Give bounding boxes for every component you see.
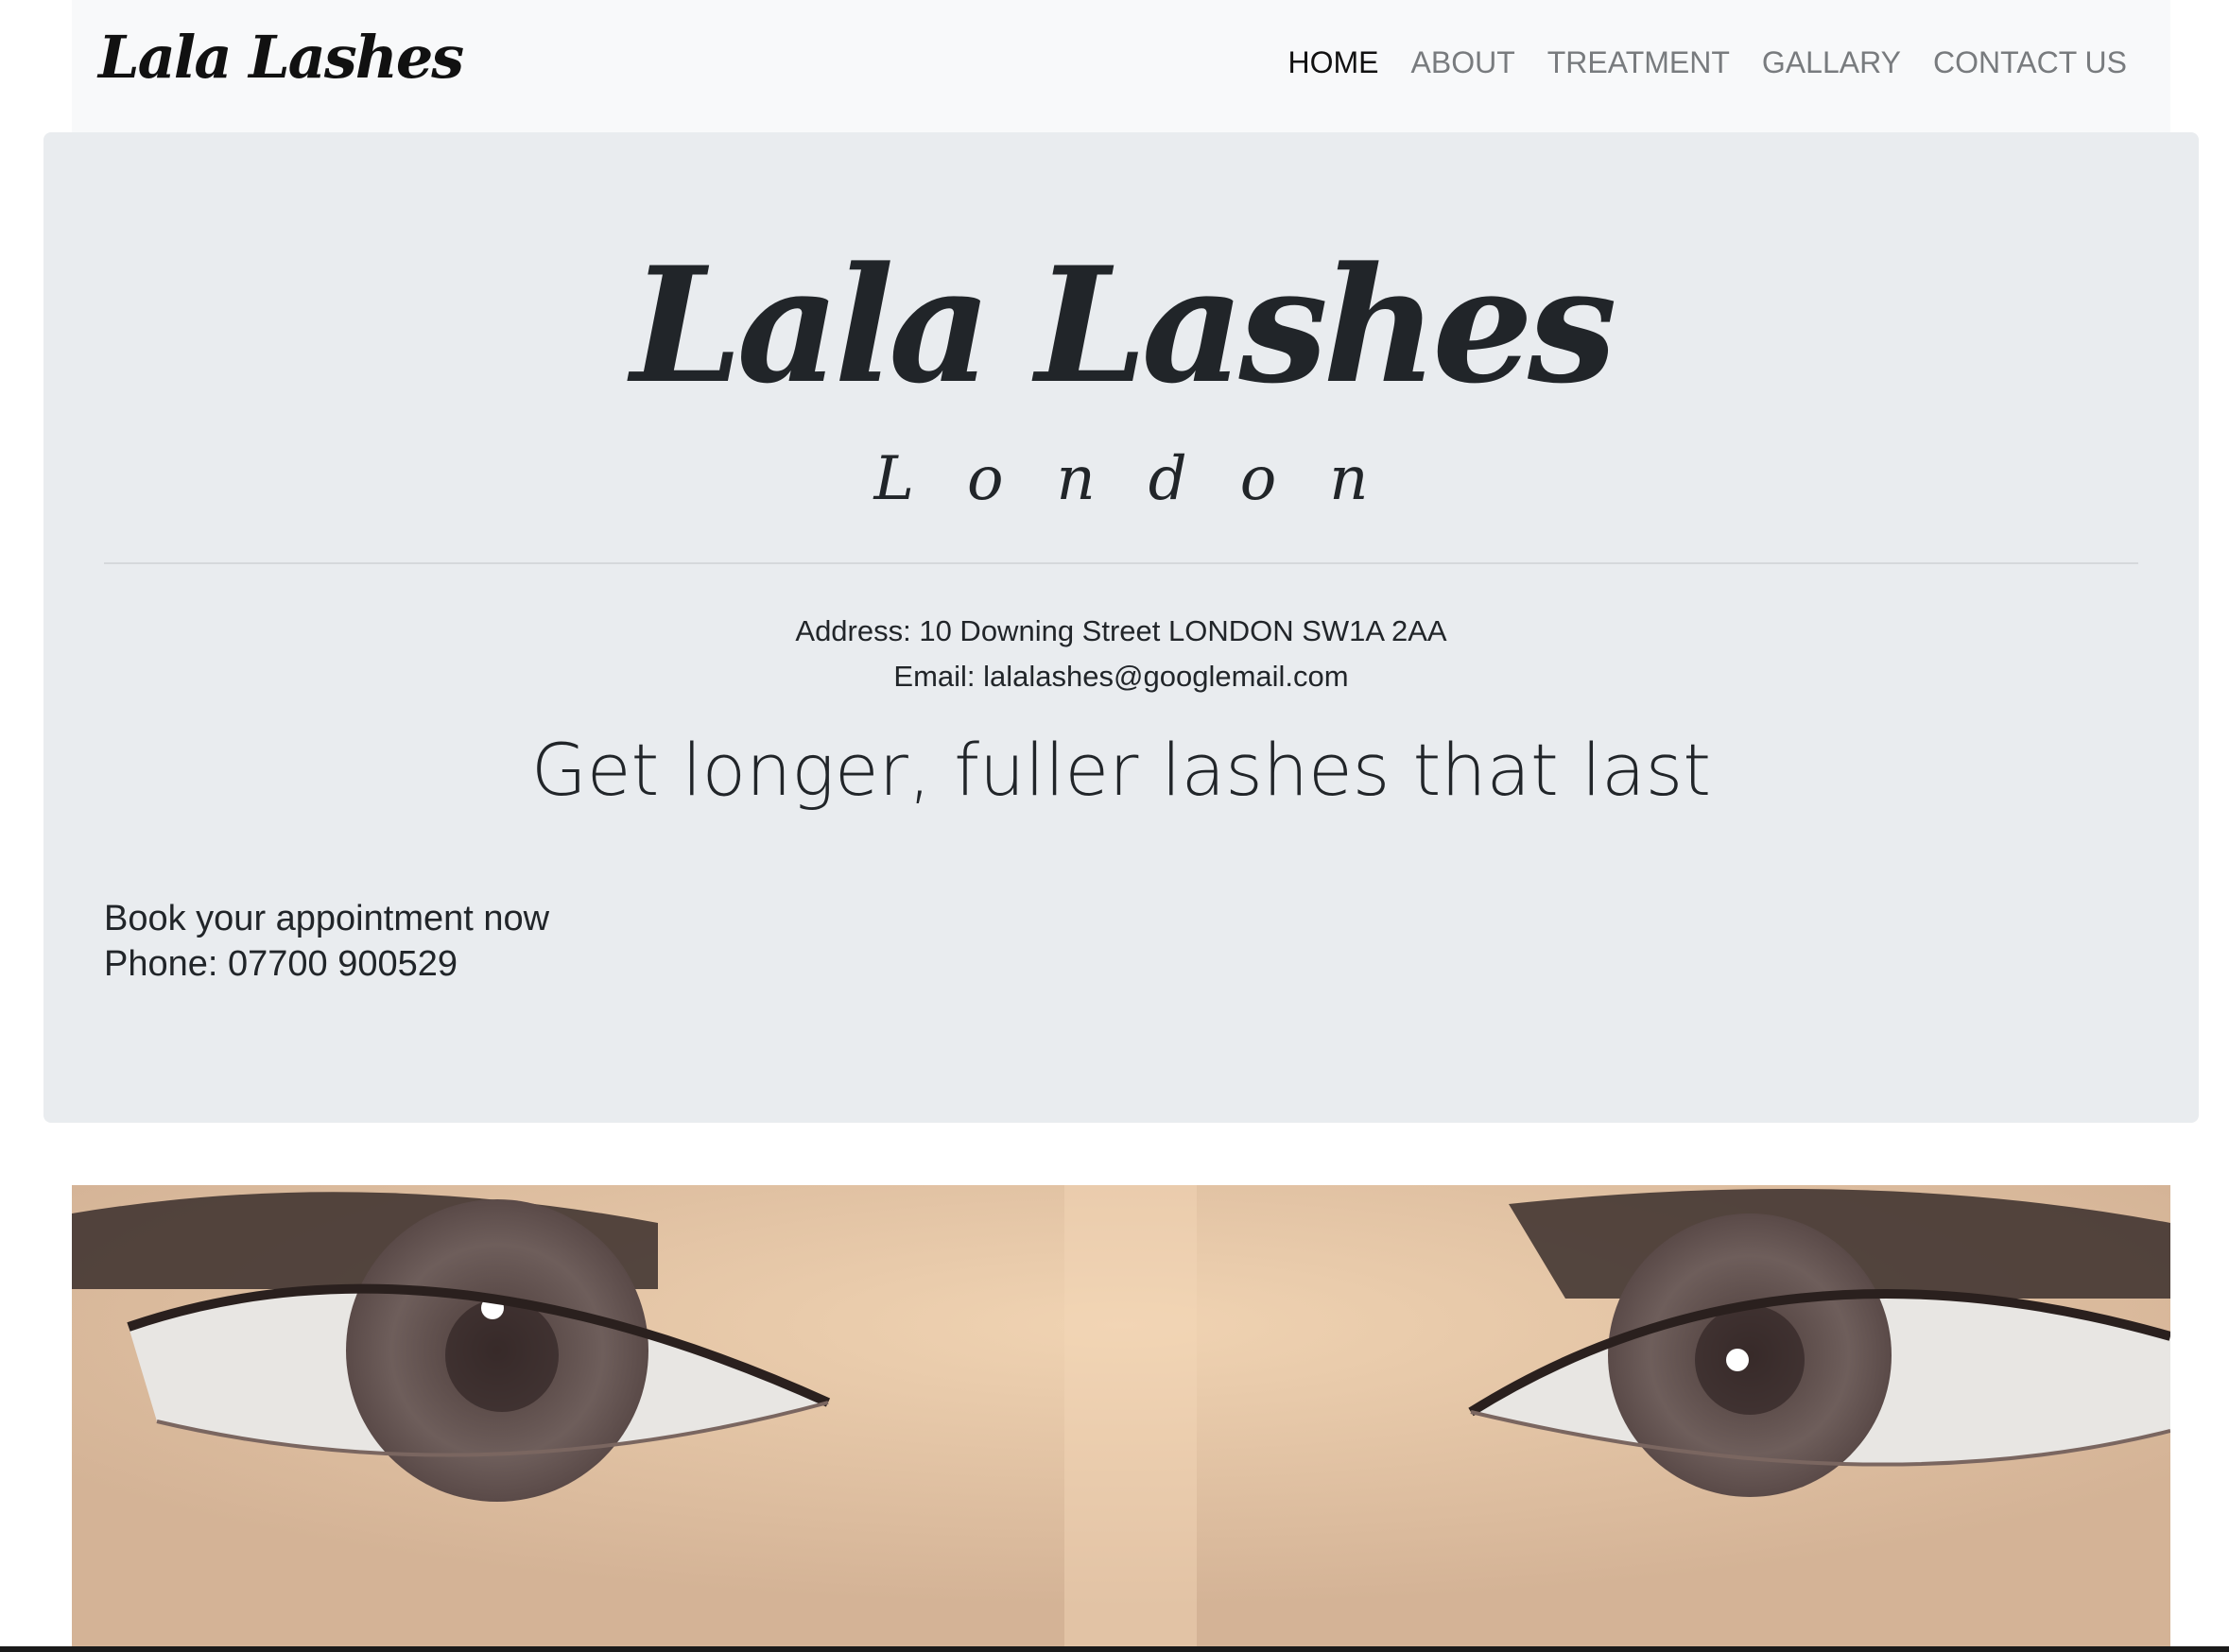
hero-title: Lala Lashes [631, 232, 1616, 419]
eyes-hero-image [72, 1185, 2170, 1652]
nav-link-about[interactable]: ABOUT [1411, 45, 1515, 80]
bottom-edge-bar [0, 1646, 2229, 1652]
nav-link-home[interactable]: HOME [1288, 45, 1379, 80]
divider [104, 562, 2138, 564]
booking-info: Book your appointment now Phone: 07700 9… [104, 896, 549, 987]
address-text: Address: 10 Downing Street LONDON SW1A 2… [795, 614, 1447, 647]
navbar: Lala Lashes HOME ABOUT TREATMENT GALLARY… [72, 0, 2170, 132]
nav-links: HOME ABOUT TREATMENT GALLARY CONTACT US [1288, 45, 2128, 80]
email-text: Email: lalalashes@googlemail.com [893, 660, 1349, 693]
book-appointment-text: Book your appointment now [104, 899, 550, 938]
page: Lala Lashes HOME ABOUT TREATMENT GALLARY… [0, 0, 2229, 1652]
hero-jumbotron: Lala Lashes London Address: 10 Downing S… [43, 132, 2199, 1123]
nav-link-contact-us[interactable]: CONTACT US [1933, 45, 2127, 80]
eyes-illustration [72, 1185, 2170, 1652]
hero-subtitle: London [873, 444, 1422, 514]
nav-link-treatment[interactable]: TREATMENT [1547, 45, 1730, 80]
brand-logo-link[interactable]: Lala Lashes [98, 23, 464, 92]
nav-link-gallary[interactable]: GALLARY [1762, 45, 1901, 80]
phone-text: Phone: 07700 900529 [104, 944, 458, 984]
tagline: Get longer, fuller lashes that last [530, 728, 1712, 812]
